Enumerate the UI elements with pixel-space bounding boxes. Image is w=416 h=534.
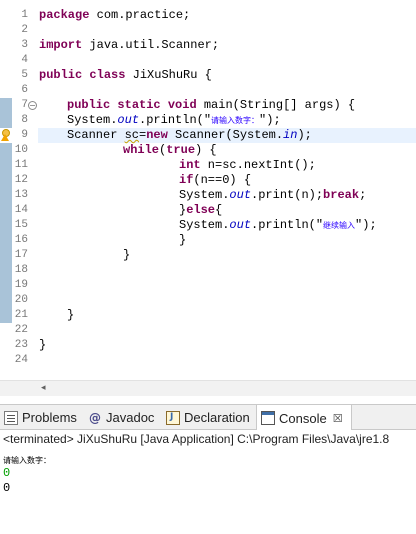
line-number: 14	[14, 204, 28, 216]
code-line-11: int n=sc.nextInt();	[179, 158, 316, 172]
line-number: 6	[21, 84, 28, 96]
line-number: 15	[14, 219, 28, 231]
javadoc-icon: @	[89, 410, 101, 425]
line-number: 7	[21, 99, 28, 111]
line-number: 21	[14, 309, 28, 321]
tab-javadoc[interactable]: @ Javadoc	[84, 405, 160, 430]
line-number: 10	[14, 144, 28, 156]
line-number: 5	[21, 69, 28, 81]
console-status-line: <terminated> JiXuShuRu [Java Application…	[3, 432, 390, 446]
fold-toggle-icon[interactable]: −	[28, 101, 37, 110]
bottom-view-tabs: Problems @ Javadoc Declaration Console ☒	[0, 404, 416, 431]
code-editor[interactable]: 1 2 3 4 5 6 7 8 9 10 11 12 13 14 15 16 1…	[0, 0, 416, 380]
tab-label: Console	[279, 410, 327, 426]
line-number: 20	[14, 294, 28, 306]
console-view[interactable]: <terminated> JiXuShuRu [Java Application…	[0, 430, 416, 534]
line-number: 22	[14, 324, 28, 336]
console-icon	[261, 411, 275, 425]
tab-label: Problems	[22, 410, 77, 425]
declaration-icon	[166, 410, 180, 425]
code-line-1: package com.practice;	[39, 8, 191, 22]
tab-label: Declaration	[184, 410, 250, 425]
code-line-9: Scanner sc=new Scanner(System.in);	[67, 128, 312, 142]
code-line-16: }	[179, 233, 187, 247]
console-output-line: 0	[3, 481, 11, 495]
code-line-14: }else{	[179, 203, 223, 217]
problems-icon	[4, 410, 18, 425]
line-number: 2	[21, 24, 28, 36]
scroll-left-arrow-icon[interactable]: ◂	[41, 383, 46, 393]
code-line-13: System.out.print(n);break;	[179, 188, 367, 202]
line-number: 3	[21, 39, 28, 51]
tab-problems[interactable]: Problems	[0, 405, 82, 430]
tab-console[interactable]: Console ☒	[256, 405, 352, 431]
line-number: 12	[14, 174, 28, 186]
line-number: 24	[14, 354, 28, 366]
line-number: 18	[14, 264, 28, 276]
line-number: 17	[14, 249, 28, 261]
line-number: 11	[14, 159, 28, 171]
code-line-21: }	[67, 308, 75, 322]
line-number: 4	[21, 54, 28, 66]
code-line-7: public static void main(String[] args) {	[67, 98, 356, 112]
horizontal-scrollbar[interactable]: ◂	[38, 380, 416, 396]
code-line-5: public class JiXuShuRu {	[39, 68, 212, 82]
warning-lightbulb-icon[interactable]	[1, 129, 11, 141]
line-number: 19	[14, 279, 28, 291]
line-number: 8	[21, 114, 28, 126]
code-line-3: import java.util.Scanner;	[39, 38, 220, 52]
line-number: 23	[14, 339, 28, 351]
code-line-15: System.out.println("继续输入");	[179, 218, 377, 232]
console-input-line: 0	[3, 466, 11, 480]
code-line-8: System.out.println("请输入数字：");	[67, 113, 281, 127]
code-line-12: if(n==0) {	[179, 173, 252, 187]
code-line-17: }	[123, 248, 131, 262]
line-number: 1	[21, 9, 28, 21]
line-number: 13	[14, 189, 28, 201]
line-number: 16	[14, 234, 28, 246]
line-number: 9	[21, 129, 28, 141]
tab-declaration[interactable]: Declaration	[162, 405, 254, 430]
code-line-23: }	[39, 338, 47, 352]
code-line-10: while(true) {	[123, 143, 217, 157]
scrollbar-corner	[0, 380, 38, 396]
close-icon[interactable]: ☒	[333, 412, 343, 425]
tab-label: Javadoc	[106, 410, 155, 425]
